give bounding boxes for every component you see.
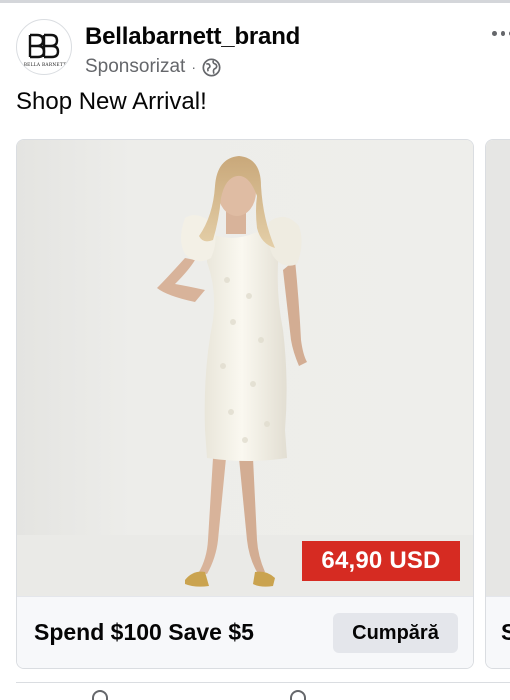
post-message: Shop New Arrival! [16,88,207,115]
page-avatar[interactable]: BELLA BARNETT [16,19,72,75]
more-options-icon[interactable] [492,31,510,41]
actions-divider [16,682,510,683]
globe-icon [202,57,221,77]
shop-now-button[interactable]: Cumpără [333,613,458,653]
product-carousel[interactable]: 64,90 USD Spend $100 Save $5 Cumpără S [16,139,510,669]
price-badge: 64,90 USD [302,541,460,581]
product-image[interactable]: 64,90 USD [17,140,473,596]
card-footer: Spend $100 Save $5 Cumpără [17,596,473,668]
model-photo [17,140,473,596]
top-divider [0,0,510,3]
next-card-headline: S [501,619,510,646]
post-meta: Sponsorizat · [85,55,221,79]
next-card-footer: S [486,596,510,668]
like-icon[interactable] [92,690,108,700]
logo-wordmark: BELLA BARNETT [24,63,67,68]
page-name[interactable]: Bellabarnett_brand [85,23,300,51]
comment-icon[interactable] [290,690,306,700]
carousel-card[interactable]: 64,90 USD Spend $100 Save $5 Cumpără [16,139,474,669]
meta-separator: · [191,59,197,75]
next-carousel-card[interactable]: S [485,139,510,669]
card-headline[interactable]: Spend $100 Save $5 [34,619,254,646]
bella-barnett-logo: BELLA BARNETT [24,33,67,68]
next-product-image[interactable] [486,140,510,596]
post-header: BELLA BARNETT Bellabarnett_brand Sponsor… [16,19,510,79]
sponsored-label[interactable]: Sponsorizat [85,56,185,78]
